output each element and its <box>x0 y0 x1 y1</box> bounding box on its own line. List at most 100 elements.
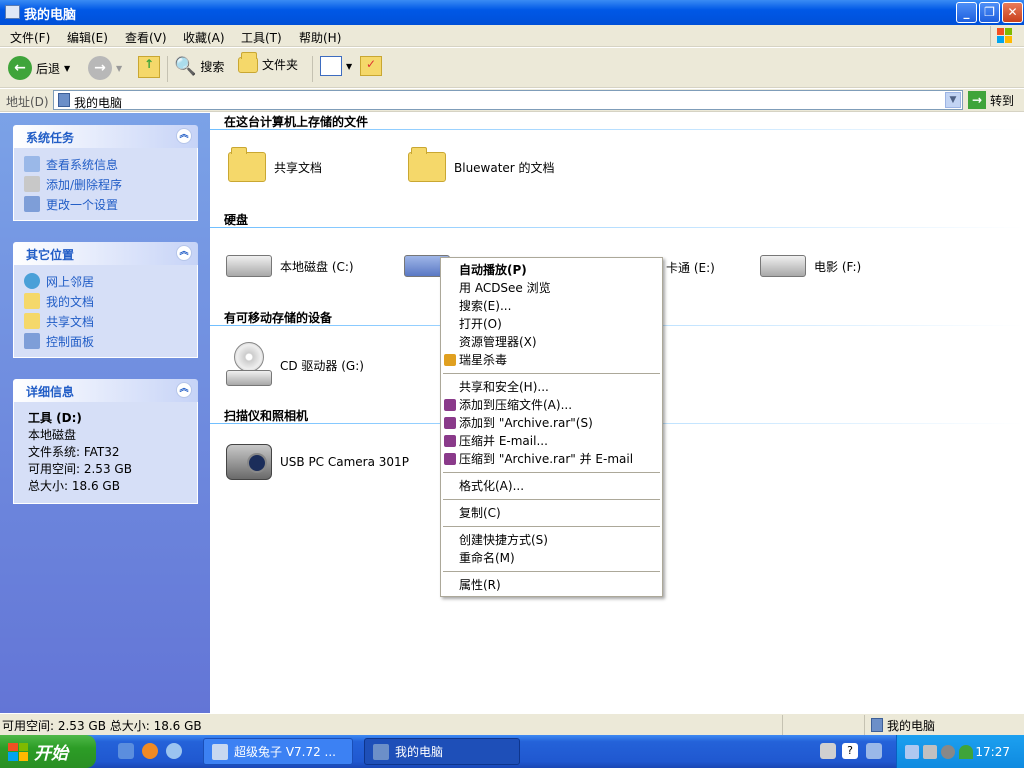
go-button[interactable]: → 转到 <box>968 91 1014 109</box>
address-dropdown-icon[interactable]: ▼ <box>945 92 961 108</box>
menu-view[interactable]: 查看(V) <box>125 29 167 46</box>
umbrella-tray-icon[interactable] <box>959 745 973 759</box>
up-folder-button[interactable]: ↑ <box>138 56 160 78</box>
place-control-panel[interactable]: 控制面板 <box>24 331 187 351</box>
task-my-computer[interactable]: 我的电脑 <box>364 738 520 765</box>
status-location: 我的电脑 <box>864 715 1022 735</box>
menu-autoplay[interactable]: 自动播放(P) <box>459 261 527 279</box>
search-icon: 🔍 <box>174 56 197 77</box>
search-button[interactable]: 🔍 搜索 <box>174 56 224 77</box>
menu-tools[interactable]: 工具(T) <box>241 29 282 46</box>
folders-button[interactable]: 文件夹 <box>238 51 298 73</box>
start-button[interactable]: 开始 <box>0 735 96 768</box>
quick-launch-firefox-icon[interactable] <box>142 743 158 759</box>
back-arrow-icon: ← <box>8 56 32 80</box>
forward-arrow-icon: → <box>88 56 112 80</box>
menu-format[interactable]: 格式化(A)... <box>459 477 524 495</box>
menu-file[interactable]: 文件(F) <box>10 29 50 46</box>
forward-button[interactable]: → ▼ <box>88 56 122 80</box>
windows-logo-icon <box>990 26 1016 46</box>
winrar-icon <box>444 417 456 429</box>
place-my-documents[interactable]: 我的文档 <box>24 291 187 311</box>
status-bar: 可用空间: 2.53 GB 总大小: 18.6 GB 我的电脑 <box>0 713 1024 735</box>
menu-edit[interactable]: 编辑(E) <box>67 29 108 46</box>
collapse-chevron-icon[interactable]: ︽ <box>176 382 192 398</box>
system-info-icon <box>24 156 40 172</box>
quick-launch-browser-icon[interactable] <box>166 743 182 759</box>
menu-help[interactable]: 帮助(H) <box>299 29 341 46</box>
my-computer-icon <box>871 718 883 732</box>
hard-drive-icon <box>760 255 806 277</box>
cd-drive-g[interactable]: CD 驱动器 (G:) <box>226 342 364 388</box>
folder-icon <box>228 147 266 182</box>
forward-dropdown-icon[interactable]: ▼ <box>116 64 122 73</box>
task-view-system-info[interactable]: 查看系统信息 <box>24 154 187 174</box>
address-value: 我的电脑 <box>74 96 123 110</box>
winrar-icon <box>444 435 456 447</box>
menu-open[interactable]: 打开(O) <box>459 315 502 333</box>
title-bar[interactable]: 我的电脑 _ ❐ ✕ <box>0 0 1024 25</box>
my-computer-icon <box>373 743 389 760</box>
task-change-setting[interactable]: 更改一个设置 <box>24 194 187 214</box>
menu-rising-antivirus[interactable]: 瑞星杀毒 <box>459 351 507 369</box>
volume-tray-icon[interactable] <box>923 745 937 759</box>
collapse-chevron-icon[interactable]: ︽ <box>176 128 192 144</box>
up-folder-icon: ↑ <box>138 56 160 78</box>
address-label: 地址(D) <box>6 95 49 109</box>
views-button[interactable]: ▼ <box>320 56 352 76</box>
help-icon[interactable]: ? <box>842 743 858 759</box>
menu-add-to-archive[interactable]: 添加到压缩文件(A)... <box>459 396 572 414</box>
menu-favorites[interactable]: 收藏(A) <box>183 29 225 46</box>
address-input[interactable]: 我的电脑 ▼ <box>53 90 963 110</box>
task-super-rabbit[interactable]: 超级兔子 V7.72 ... <box>203 738 353 765</box>
menu-properties[interactable]: 属性(R) <box>459 576 501 594</box>
usb-camera[interactable]: USB PC Camera 301P <box>226 444 409 480</box>
keyboard-icon[interactable] <box>820 743 836 759</box>
back-dropdown-icon[interactable]: ▼ <box>64 64 70 73</box>
window-title: 我的电脑 <box>24 8 77 23</box>
shared-folder-icon <box>24 313 40 329</box>
back-button[interactable]: ← 后退 ▼ <box>8 56 70 80</box>
cd-drive-icon <box>226 342 272 388</box>
place-shared-documents[interactable]: 共享文档 <box>24 311 187 331</box>
menu-compress-rar-email[interactable]: 压缩到 "Archive.rar" 并 E-mail <box>459 450 633 468</box>
details-panel: 详细信息 ︽ 工具 (D:) 本地磁盘 文件系统: FAT32 可用空间: 2.… <box>13 379 198 504</box>
menu-bar: 文件(F) 编辑(E) 查看(V) 收藏(A) 工具(T) 帮助(H) <box>0 25 1024 47</box>
close-button[interactable]: ✕ <box>1002 2 1023 23</box>
collapse-chevron-icon[interactable]: ︽ <box>176 245 192 261</box>
menu-sharing-security[interactable]: 共享和安全(H)... <box>459 378 549 396</box>
place-network[interactable]: 网上邻居 <box>24 271 187 291</box>
status-space: 可用空间: 2.53 GB 总大小: 18.6 GB <box>2 719 202 733</box>
minimize-button[interactable]: _ <box>956 2 977 23</box>
drive-f[interactable]: 电影 (F:) <box>760 255 861 277</box>
shared-documents-folder[interactable]: 共享文档 <box>228 147 322 182</box>
drive-c[interactable]: 本地磁盘 (C:) <box>226 255 354 277</box>
folder-sync-button[interactable]: ✓ <box>360 56 382 76</box>
my-computer-icon <box>5 5 20 19</box>
quick-launch-desktop-icon[interactable] <box>118 743 134 759</box>
task-pane: 系统任务 ︽ 查看系统信息 添加/删除程序 更改一个设置 其它位置 ︽ 网上邻居… <box>0 113 210 713</box>
menu-compress-email[interactable]: 压缩并 E-mail... <box>459 432 548 450</box>
winrar-icon <box>444 399 456 411</box>
group-removable: 有可移动存储的设备 <box>224 311 333 325</box>
task-add-remove-programs[interactable]: 添加/删除程序 <box>24 174 187 194</box>
details-header[interactable]: 详细信息 ︽ <box>13 379 198 402</box>
folder-icon <box>408 147 446 182</box>
other-places-header[interactable]: 其它位置 ︽ <box>13 242 198 265</box>
system-tasks-header[interactable]: 系统任务 ︽ <box>13 125 198 148</box>
go-label: 转到 <box>990 93 1015 108</box>
language-bar-icon[interactable] <box>866 743 882 759</box>
drive-e[interactable]: 卡通 (E:) <box>666 259 715 276</box>
network-tray-icon[interactable] <box>905 745 919 759</box>
security-tray-icon[interactable] <box>941 745 955 759</box>
maximize-button[interactable]: ❐ <box>979 2 1000 23</box>
menu-create-shortcut[interactable]: 创建快捷方式(S) <box>459 531 548 549</box>
menu-add-to-archive-rar[interactable]: 添加到 "Archive.rar"(S) <box>459 414 593 432</box>
menu-explore[interactable]: 资源管理器(X) <box>459 333 537 351</box>
menu-acdsee-browse[interactable]: 用 ACDSee 浏览 <box>459 279 551 297</box>
menu-copy[interactable]: 复制(C) <box>459 504 501 522</box>
control-panel-icon <box>24 196 40 212</box>
menu-rename[interactable]: 重命名(M) <box>459 549 515 567</box>
bluewater-documents-folder[interactable]: Bluewater 的文档 <box>408 147 555 182</box>
menu-search[interactable]: 搜索(E)... <box>459 297 511 315</box>
